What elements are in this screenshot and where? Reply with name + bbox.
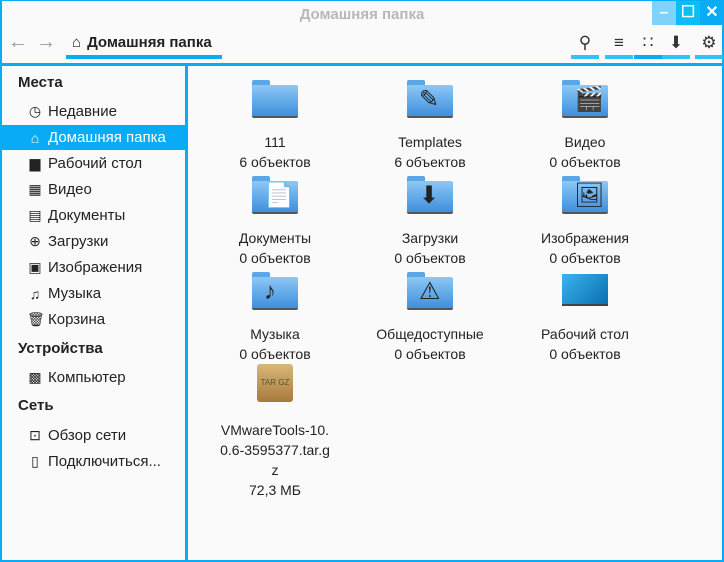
toolbar: ← → ⌂ Домашняя папка ⚲ ≡ ∷ ⬇ ⚙ — [2, 29, 723, 63]
folder-music-icon: ♪ — [250, 268, 300, 312]
server-icon: ▯ — [31, 453, 39, 469]
sidebar-item-home[interactable]: ⌂ Домашняя папка — [2, 125, 188, 150]
sidebar-item-label: Изображения — [48, 259, 143, 276]
file-item[interactable]: ♪ Музыка 0 объектов — [200, 268, 350, 364]
file-info: 0 объектов — [549, 154, 621, 170]
sidebar-section-title: Места — [18, 74, 63, 91]
search-button[interactable]: ⚲ — [571, 29, 599, 59]
sidebar-item-label: Рабочий стол — [48, 155, 143, 172]
sidebar-item-label: Корзина — [48, 311, 106, 328]
folder-pictures-icon: 🖼 — [560, 172, 610, 216]
sidebar-item-label: Музыка — [48, 285, 102, 302]
sidebar-item-label: Компьютер — [48, 369, 126, 386]
folder-public-icon: ⚠ — [405, 268, 455, 312]
sidebar-item-clock[interactable]: ◷ Недавние — [2, 99, 188, 124]
file-item[interactable]: 111 6 объектов — [200, 76, 350, 172]
sidebar-item-film[interactable]: ▦ Видео — [2, 177, 188, 202]
breadcrumb-label: Домашняя папка — [87, 33, 212, 51]
file-item[interactable]: 🎬 Видео 0 объектов — [510, 76, 660, 172]
document-icon: ▤ — [28, 207, 42, 223]
sidebar-item-label: Обзор сети — [48, 427, 127, 444]
sidebar-item-label: Недавние — [48, 103, 117, 120]
sidebar-item-label: Документы — [48, 207, 126, 224]
file-info: 0 объектов — [239, 250, 311, 266]
list-view-button[interactable]: ≡ — [605, 29, 633, 59]
sidebar-item-music[interactable]: ♫ Музыка — [2, 281, 188, 306]
drive-icon: ▩ — [28, 369, 42, 385]
file-manager-window: Домашняя папка – ☐ ✕ ← → ⌂ Домашняя папк… — [0, 0, 724, 562]
file-name: Видео — [564, 134, 606, 150]
sidebar-item-network[interactable]: ⊡ Обзор сети — [2, 423, 188, 448]
sidebar-item-label: Загрузки — [48, 233, 109, 250]
file-info: 0 объектов — [549, 250, 621, 266]
file-info: 0 объектов — [239, 346, 311, 362]
forward-button[interactable]: → — [36, 31, 56, 54]
sidebar-item-server[interactable]: ▯ Подключиться... — [2, 449, 188, 474]
sidebar-item-download[interactable]: ⊕ Загрузки — [2, 229, 188, 254]
file-name: 111 — [264, 134, 286, 150]
folder-icon — [250, 76, 300, 120]
minimize-button[interactable]: – — [652, 1, 676, 25]
folder-download-icon: ⬇ — [405, 172, 455, 216]
file-name: Изображения — [541, 230, 629, 246]
folder-templates-icon: ✎ — [405, 76, 455, 120]
back-button[interactable]: ← — [8, 31, 28, 54]
window-title: Домашняя папка — [299, 6, 425, 23]
network-icon: ⊡ — [29, 427, 41, 443]
file-info: 0 объектов — [549, 346, 621, 362]
file-name: Общедоступные — [376, 326, 484, 342]
close-button[interactable]: ✕ — [700, 1, 724, 25]
home-icon: ⌂ — [30, 129, 40, 146]
film-icon: ▦ — [28, 181, 42, 197]
sidebar-item-document[interactable]: ▤ Документы — [2, 203, 188, 228]
sidebar-item-image[interactable]: ▣ Изображения — [2, 255, 188, 280]
settings-button[interactable]: ⚙ — [695, 29, 723, 59]
sidebar-item-label: Видео — [48, 181, 92, 198]
music-icon: ♫ — [29, 285, 41, 302]
sidebar-item-label: Подключиться... — [48, 453, 161, 470]
sort-button[interactable]: ⬇ — [662, 29, 690, 59]
sidebar-item-desktop[interactable]: ▆ Рабочий стол — [2, 151, 188, 176]
clock-icon: ◷ — [28, 103, 42, 119]
folder-documents-icon: 📄 — [250, 172, 300, 216]
file-item[interactable]: 🖼 Изображения 0 объектов — [510, 172, 660, 268]
sidebar-section-title: Сеть — [18, 397, 54, 414]
desktop-icon: ▆ — [29, 155, 41, 171]
breadcrumb-home[interactable]: ⌂ Домашняя папка — [66, 29, 222, 59]
sidebar-item-drive[interactable]: ▩ Компьютер — [2, 365, 188, 390]
file-name: VMwareTools-10.0.6-3595377.tar.gz — [220, 422, 330, 478]
file-item[interactable]: ⬇ Загрузки 0 объектов — [355, 172, 505, 268]
file-info: 0 объектов — [394, 250, 466, 266]
file-name: Рабочий стол — [541, 326, 629, 342]
folder-video-icon: 🎬 — [560, 76, 610, 120]
file-info: 0 объектов — [394, 346, 466, 362]
sidebar-section-title: Устройства — [18, 340, 103, 357]
file-name: Загрузки — [401, 230, 459, 246]
file-item[interactable]: TAR GZ VMwareTools-10.0.6-3595377.tar.gz 7… — [200, 364, 350, 500]
file-item[interactable]: ✎ Templates 6 объектов — [355, 76, 505, 172]
archive-icon: TAR GZ — [250, 364, 300, 408]
file-name: Templates — [398, 134, 462, 150]
file-item[interactable]: ⚠ Общедоступные 0 объектов — [355, 268, 505, 364]
file-item[interactable]: 📄 Документы 0 объектов — [200, 172, 350, 268]
file-info: 6 объектов — [239, 154, 311, 170]
file-name: Музыка — [250, 326, 300, 342]
file-info: 72,3 МБ — [249, 482, 301, 498]
sidebar-item-trash[interactable]: 🗑 Корзина — [2, 307, 188, 332]
file-item[interactable]: Рабочий стол 0 объектов — [510, 268, 660, 364]
file-info: 6 объектов — [394, 154, 466, 170]
sidebar-item-label: Домашняя папка — [48, 129, 166, 146]
home-icon: ⌂ — [72, 33, 82, 51]
desktop-folder-icon — [560, 268, 610, 312]
file-name: Документы — [238, 230, 312, 246]
trash-icon: 🗑 — [27, 311, 45, 327]
sidebar: Места ◷ Недавние ⌂ Домашняя папка ▆ Рабочий ст… — [2, 66, 188, 561]
grid-view-button[interactable]: ∷ — [634, 29, 662, 59]
download-icon: ⊕ — [29, 233, 41, 249]
image-icon: ▣ — [28, 259, 42, 275]
maximize-button[interactable]: ☐ — [676, 1, 700, 25]
